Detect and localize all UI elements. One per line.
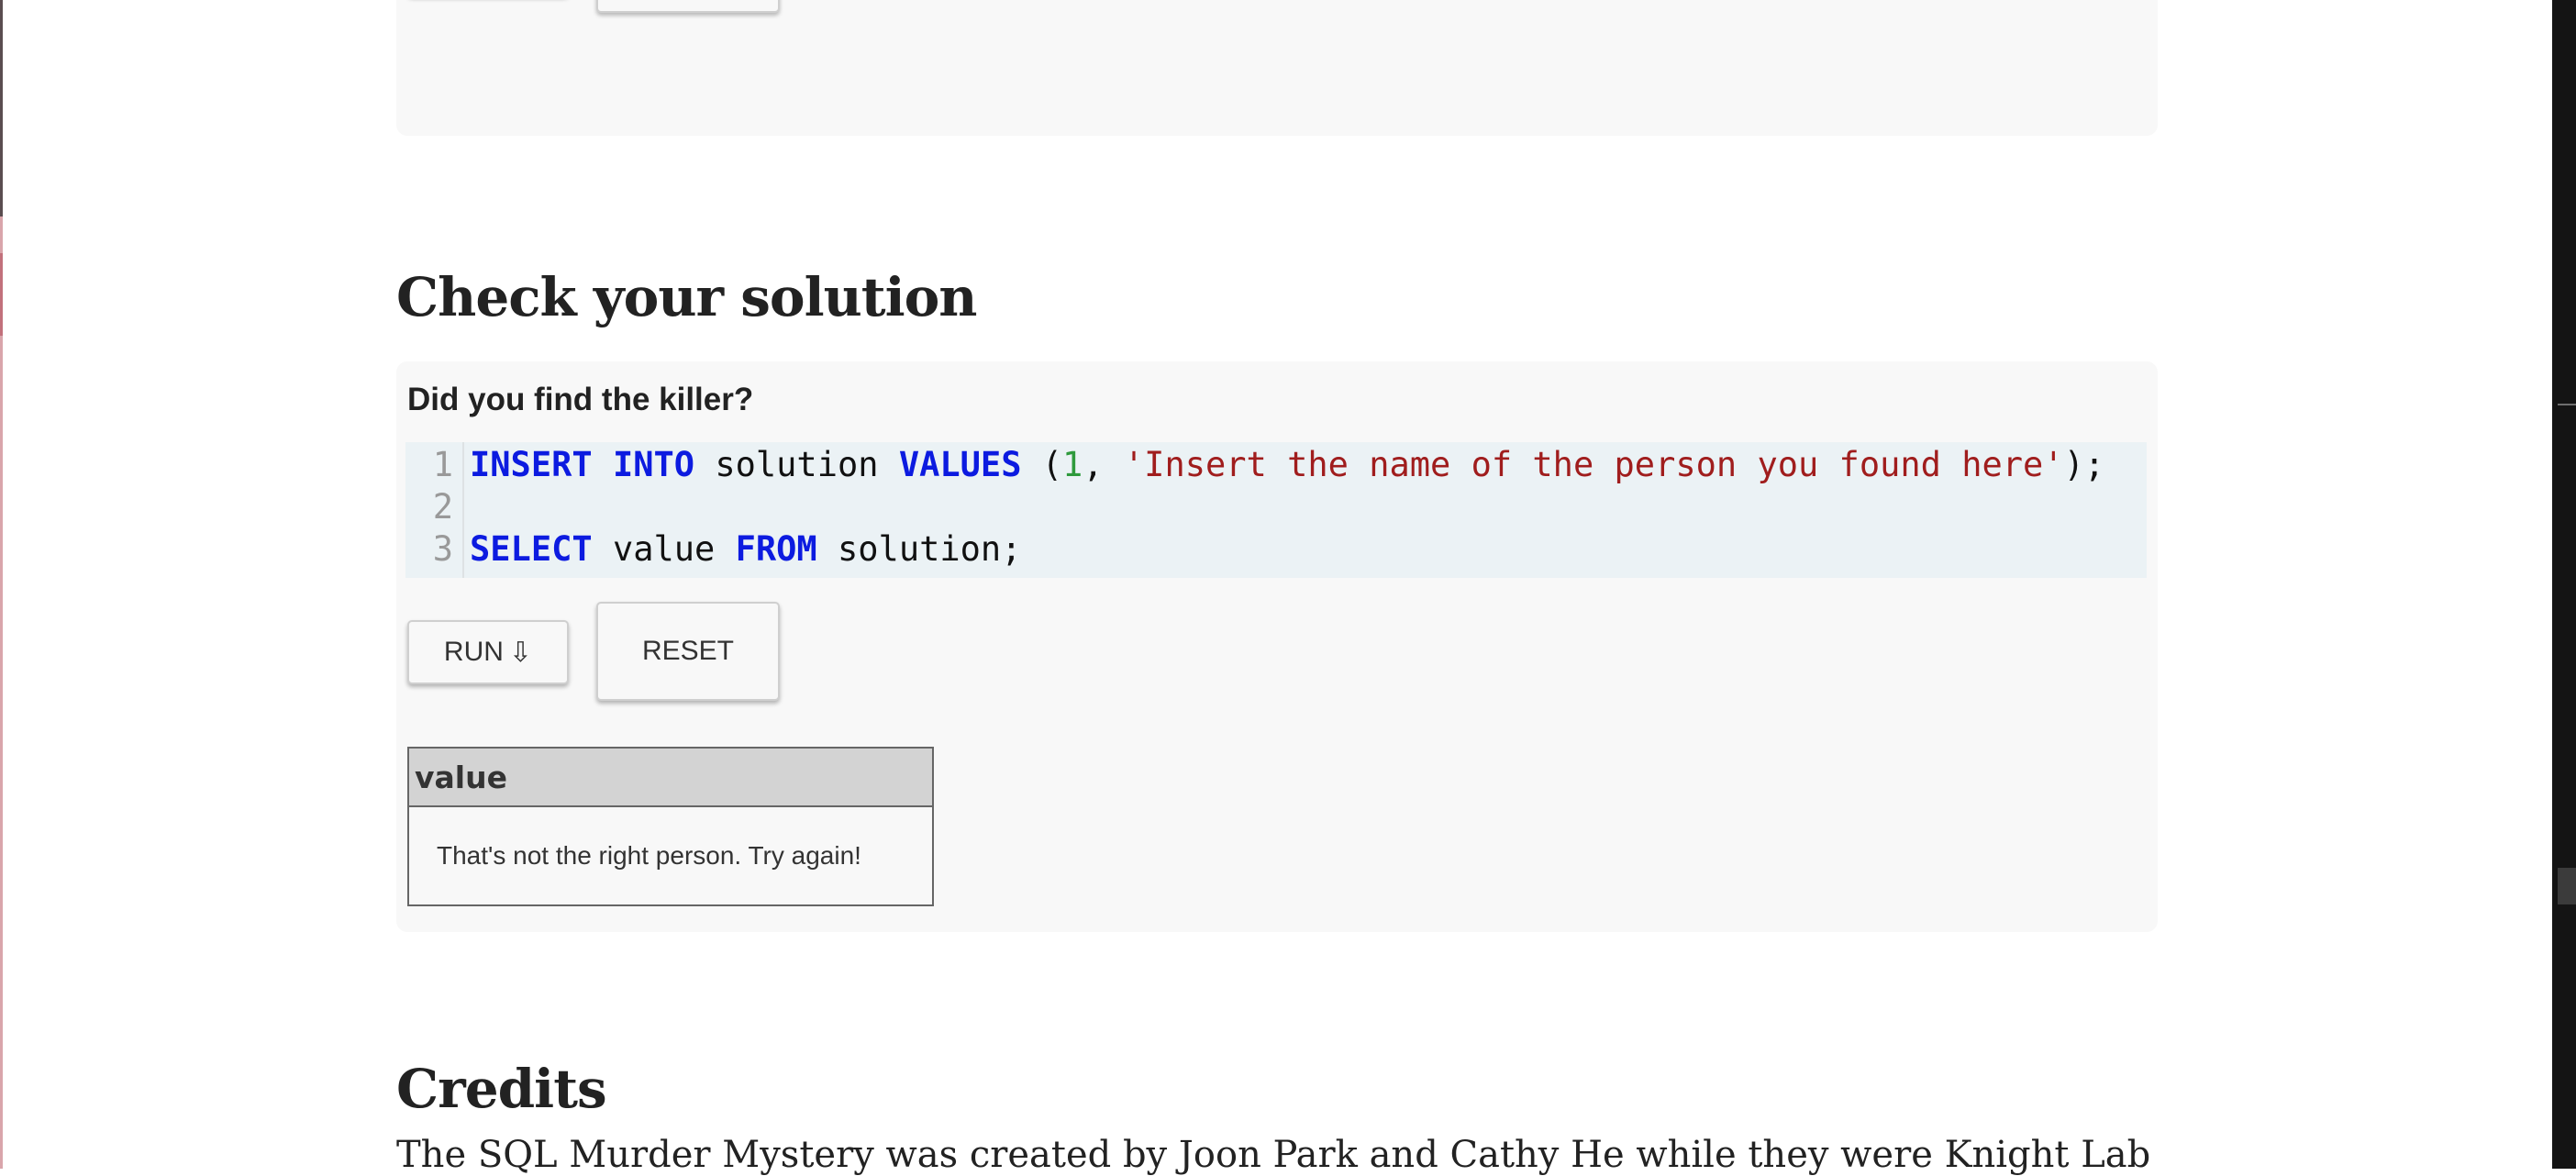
previous-reset-button[interactable] [596,0,780,13]
line-number: 3 [432,529,453,569]
line-number-gutter: 1 2 3 [405,442,464,578]
run-button-label: RUN [443,637,504,667]
previous-exercise-panel [396,0,2158,136]
reset-button-label: RESET [641,636,735,666]
code-line-1[interactable]: INSERT INTO solution VALUES (1, 'Insert … [470,444,2104,486]
window-edge-accent [0,253,3,336]
right-scroll-strip[interactable] [2552,0,2576,1169]
exercise-prompt: Did you find the killer? [407,382,754,417]
result-cell: That's not the right person. Try again! [407,805,934,906]
string-literal: 'Insert the name of the person you found… [1123,445,2064,484]
number-literal: 1 [1062,445,1083,484]
code-line-3[interactable]: SELECT value FROM solution; [470,528,1021,571]
table-identifier: solution; [838,529,1022,569]
punctuation: , [1083,445,1104,484]
run-button[interactable]: RUN ⇩ [407,620,569,684]
credits-heading: Credits [396,1058,607,1120]
table-row: That's not the right person. Try again! [407,805,934,906]
sql-keyword: INTO [612,445,695,484]
sql-keyword: INSERT [470,445,593,484]
scroll-thumb[interactable] [2558,868,2576,904]
result-table: value That's not the right person. Try a… [407,747,934,906]
punctuation: ); [2063,445,2105,484]
sql-keyword: FROM [735,529,817,569]
sql-keyword: VALUES [898,445,1022,484]
down-arrow-icon: ⇩ [508,636,533,669]
scroll-marker [2558,404,2576,405]
window-edge-dark [0,0,3,216]
credits-paragraph: The SQL Murder Mystery was created by Jo… [396,1134,2151,1176]
sql-keyword: SELECT [470,529,593,569]
table-header-row: value [407,747,934,807]
sql-code-editor[interactable]: 1 2 3 INSERT INTO solution VALUES (1, 'I… [405,442,2147,578]
column-header: value [407,747,934,807]
reset-button[interactable]: RESET [596,602,780,701]
column-identifier: value [612,529,716,569]
check-solution-panel: Did you find the killer? 1 2 3 INSERT IN… [396,361,2158,932]
check-solution-heading: Check your solution [396,266,977,328]
line-number: 2 [432,487,453,527]
punctuation: ( [1041,445,1063,484]
table-identifier: solution [715,445,879,484]
window-edge-pink [0,216,3,1169]
line-number: 1 [432,445,453,484]
